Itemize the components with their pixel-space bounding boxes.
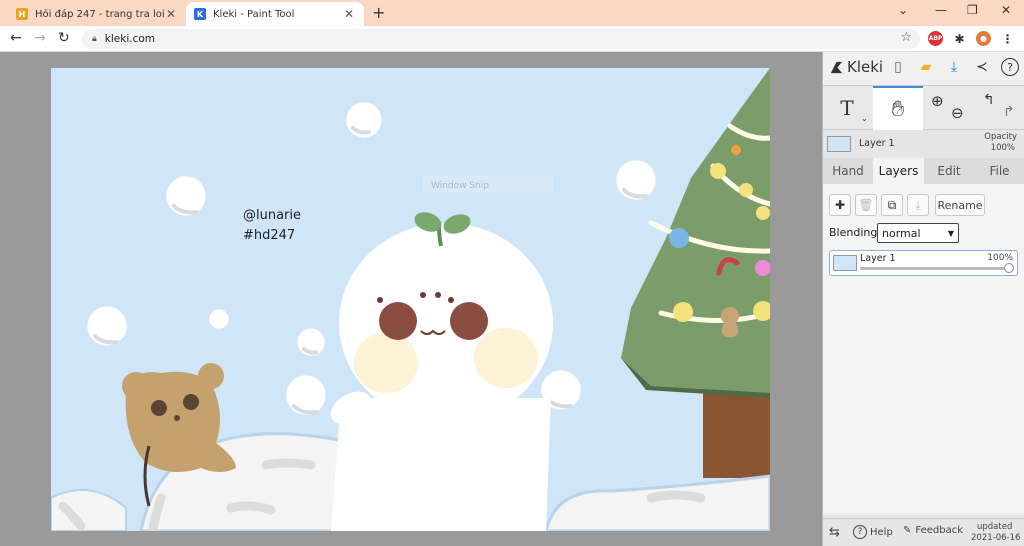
share-icon[interactable]: ≺ bbox=[973, 58, 991, 76]
url-field[interactable]: 🔒︎ kleki.com ☆ bbox=[82, 29, 920, 49]
tab-search-icon[interactable]: ⌄ bbox=[898, 3, 908, 17]
app-name: Kleki bbox=[847, 58, 884, 76]
undo-icon[interactable]: ↰ bbox=[983, 92, 995, 108]
layer-opacity-slider[interactable] bbox=[860, 267, 1008, 270]
layer-thumbnail bbox=[833, 255, 857, 271]
sidebar-bottom-bar: ⇆ ? Help ✎ Feedback updated 2021-06-16 bbox=[823, 518, 1024, 546]
feedback-button[interactable]: ✎ Feedback bbox=[903, 525, 963, 536]
tab-edit[interactable]: Edit bbox=[924, 158, 974, 184]
text-tool-icon[interactable]: T bbox=[823, 86, 871, 130]
tab-hand[interactable]: Hand bbox=[823, 158, 873, 184]
restore-icon[interactable]: ❐ bbox=[967, 3, 978, 17]
help-button[interactable]: ? Help bbox=[853, 525, 893, 539]
drawing-canvas[interactable]: @lunarie #hd247 Window Snip bbox=[51, 68, 770, 531]
help-icon: ? bbox=[853, 525, 867, 539]
browser-tab-bar: H Hỏi đáp 247 - trang tra loi ✕ K Kleki … bbox=[0, 0, 1024, 26]
updated-date[interactable]: 2021-06-16 bbox=[971, 533, 1020, 543]
tab-title: Hỏi đáp 247 - trang tra loi bbox=[35, 8, 164, 20]
layer-preview-name: Layer 1 bbox=[859, 138, 895, 149]
extensions-icon[interactable]: ✱ bbox=[952, 31, 967, 46]
watermark-text: #hd247 bbox=[243, 228, 295, 243]
delete-layer-icon[interactable]: 🗑︎ bbox=[855, 194, 877, 216]
new-image-icon[interactable]: ▯ bbox=[889, 58, 907, 76]
blending-value: normal bbox=[882, 226, 921, 240]
artwork: @lunarie #hd247 Window Snip bbox=[51, 68, 770, 531]
adblock-icon[interactable]: ABP bbox=[928, 31, 943, 46]
opacity-value: 100% bbox=[990, 143, 1015, 153]
tab-hoidap[interactable]: H Hỏi đáp 247 - trang tra loi ✕ bbox=[8, 2, 186, 26]
tab-kleki[interactable]: K Kleki - Paint Tool ✕ bbox=[186, 2, 364, 26]
layer-preview-thumbnail bbox=[827, 136, 851, 152]
minimize-icon[interactable]: — bbox=[935, 3, 947, 17]
help-circle-icon[interactable]: ? bbox=[1001, 58, 1019, 76]
opacity-label: Opacity bbox=[984, 132, 1017, 142]
tab-file[interactable]: File bbox=[974, 158, 1024, 184]
kleki-favicon-icon: K bbox=[194, 8, 206, 20]
updated-label: updated bbox=[977, 522, 1013, 532]
current-layer-info: Layer 1 Opacity 100% bbox=[823, 130, 1024, 158]
reload-icon[interactable]: ↻ bbox=[58, 30, 70, 46]
kleki-logo-icon bbox=[830, 61, 843, 73]
zoom-out-icon[interactable]: ⊖ bbox=[951, 104, 964, 122]
lock-icon: 🔒︎ bbox=[92, 34, 97, 44]
panel-tabs: Hand Layers Edit File bbox=[823, 158, 1024, 184]
profile-avatar[interactable]: ● bbox=[976, 31, 991, 46]
layers-panel: ✚ 🗑︎ ⧉ ⤓ Rename Blending normal ▼ Layer … bbox=[823, 184, 1024, 514]
zoom-in-icon[interactable]: ⊕ bbox=[931, 92, 944, 110]
kleki-logo[interactable]: Kleki bbox=[829, 58, 883, 76]
sidebar-top-bar: Kleki ▯ ▰ ⤓ ≺ ? bbox=[823, 52, 1024, 86]
menu-icon[interactable]: ⋮ bbox=[1000, 31, 1015, 46]
window-snip-overlay: Window Snip bbox=[431, 181, 489, 191]
layer-name: Layer 1 bbox=[860, 253, 896, 264]
hoidap-favicon-icon: H bbox=[16, 8, 28, 20]
layer-row[interactable]: Layer 1 100% bbox=[829, 250, 1018, 276]
swap-side-icon[interactable]: ⇆ bbox=[829, 525, 840, 540]
chevron-down-icon: ▼ bbox=[947, 228, 954, 238]
new-tab-button[interactable]: + bbox=[372, 3, 385, 22]
add-layer-button[interactable]: ✚ bbox=[829, 194, 851, 216]
feedback-icon: ✎ bbox=[903, 525, 912, 536]
kleki-sidebar: Kleki ▯ ▰ ⤓ ≺ ? T ⌄ ✋︎ ⊕ ⊖ ↰ ↱ Layer 1 O… bbox=[822, 52, 1024, 546]
open-folder-icon[interactable]: ▰ bbox=[917, 58, 935, 76]
duplicate-layer-icon[interactable]: ⧉ bbox=[881, 194, 903, 216]
tool-bar: T ⌄ ✋︎ ⊕ ⊖ ↰ ↱ bbox=[823, 86, 1024, 130]
redo-icon[interactable]: ↱ bbox=[1003, 104, 1015, 120]
hand-tool-icon[interactable]: ✋︎ bbox=[873, 86, 923, 130]
watermark-text: @lunarie bbox=[243, 208, 301, 223]
close-tab-icon[interactable]: ✕ bbox=[342, 7, 356, 21]
close-tab-icon[interactable]: ✕ bbox=[164, 7, 178, 21]
url-text: kleki.com bbox=[104, 33, 156, 45]
blending-label: Blending bbox=[829, 226, 878, 239]
bookmark-star-icon[interactable]: ☆ bbox=[900, 30, 912, 45]
forward-icon[interactable]: → bbox=[34, 30, 46, 46]
blending-select[interactable]: normal ▼ bbox=[877, 223, 959, 243]
close-window-icon[interactable]: ✕ bbox=[1001, 3, 1011, 17]
slider-knob[interactable] bbox=[1004, 263, 1014, 273]
feedback-label: Feedback bbox=[915, 525, 964, 536]
address-bar-row: ← → ↻ 🔒︎ kleki.com ☆ ABP ✱ ● ⋮ bbox=[0, 26, 1024, 52]
tab-title: Kleki - Paint Tool bbox=[213, 8, 295, 20]
merge-down-icon[interactable]: ⤓ bbox=[907, 194, 929, 216]
back-icon[interactable]: ← bbox=[10, 30, 22, 46]
layer-opacity: 100% bbox=[987, 253, 1013, 263]
rename-button[interactable]: Rename bbox=[935, 194, 985, 216]
tab-layers[interactable]: Layers bbox=[873, 158, 924, 184]
help-label: Help bbox=[870, 526, 893, 538]
canvas-workspace[interactable]: @lunarie #hd247 Window Snip bbox=[0, 52, 822, 546]
chevron-down-icon[interactable]: ⌄ bbox=[861, 114, 868, 123]
download-icon[interactable]: ⤓ bbox=[945, 58, 963, 76]
